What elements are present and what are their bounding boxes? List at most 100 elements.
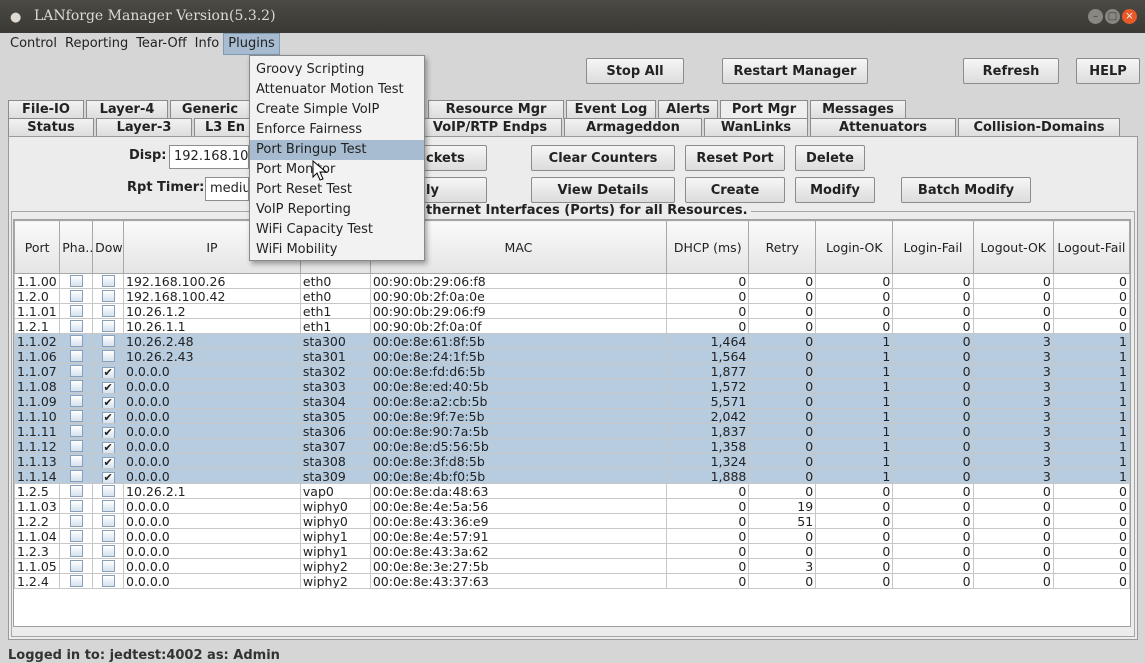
- phantom-checkbox-icon[interactable]: [69, 320, 83, 332]
- restart-manager-button[interactable]: Restart Manager: [722, 58, 868, 84]
- table-row[interactable]: 1.2.0 192.168.100.42 eth0 00:90:0b:2f:0a:0e…: [14, 288, 1130, 304]
- tab-layer-3[interactable]: Layer-3: [96, 118, 192, 137]
- menu-plugins[interactable]: Plugins: [223, 33, 280, 55]
- table-row[interactable]: 1.1.08 ✔ 0.0.0.0 sta303 00:0e:8e:ed:40:5b 1,5…: [14, 378, 1130, 394]
- tab-messages[interactable]: Messages: [810, 100, 906, 119]
- table-row[interactable]: 1.1.09 ✔ 0.0.0.0 sta304 00:0e:8e:a2:cb:5b 5,5…: [14, 393, 1130, 409]
- rpt-timer-select[interactable]: mediu: [205, 177, 249, 201]
- col-phantom[interactable]: Pha...: [59, 220, 94, 274]
- table-row[interactable]: 1.1.11 ✔ 0.0.0.0 sta306 00:0e:8e:90:7a:5b 1,8…: [14, 423, 1130, 439]
- phantom-checkbox-icon[interactable]: [69, 515, 83, 527]
- phantom-checkbox-icon[interactable]: [69, 470, 83, 482]
- phantom-checkbox-icon[interactable]: [69, 380, 83, 392]
- table-row[interactable]: 1.2.1 10.26.1.1 eth1 00:90:0b:2f:0a:0f 0 0 0 0 0…: [14, 318, 1130, 334]
- phantom-checkbox-icon[interactable]: [69, 395, 83, 407]
- phantom-checkbox-icon[interactable]: [69, 455, 83, 467]
- menu-info[interactable]: Info: [191, 33, 224, 55]
- phantom-checkbox-icon[interactable]: [69, 500, 83, 512]
- table-row[interactable]: 1.1.03 0.0.0.0 wiphy0 00:0e:8e:4e:5a:56 0 19 0…: [14, 498, 1130, 514]
- phantom-checkbox-icon[interactable]: [69, 440, 83, 452]
- tab-port-mgr[interactable]: Port Mgr: [720, 100, 808, 119]
- phantom-checkbox-icon[interactable]: [69, 485, 83, 497]
- reset-port-button[interactable]: Reset Port: [685, 145, 785, 171]
- menu-tear-off[interactable]: Tear-Off: [132, 33, 190, 55]
- refresh-button[interactable]: Refresh: [963, 58, 1059, 84]
- down-checkbox-icon[interactable]: [101, 290, 115, 302]
- col-login-fail[interactable]: Login-Fail: [892, 220, 974, 274]
- down-checkbox-icon[interactable]: [101, 320, 115, 332]
- menu-item-enforce-fairness[interactable]: Enforce Fairness: [250, 120, 424, 140]
- phantom-checkbox-icon[interactable]: [69, 425, 83, 437]
- table-row[interactable]: 1.2.5 10.26.2.1 vap0 00:0e:8e:da:48:63 0 0 0 0 0…: [14, 483, 1130, 499]
- col-login-ok[interactable]: Login-OK: [815, 220, 894, 274]
- down-checkbox-icon[interactable]: [101, 560, 115, 572]
- tab-alerts[interactable]: Alerts: [658, 100, 718, 119]
- menu-item-wifi-capacity-test[interactable]: WiFi Capacity Test: [250, 220, 424, 240]
- modify-button[interactable]: Modify: [795, 177, 875, 203]
- down-checkbox-icon[interactable]: [101, 530, 115, 542]
- col-dhcp[interactable]: DHCP (ms): [666, 220, 750, 274]
- menu-control[interactable]: Control: [6, 33, 61, 55]
- down-checkbox-icon[interactable]: [101, 350, 115, 362]
- down-checkbox-icon[interactable]: [101, 500, 115, 512]
- menu-item-port-monitor[interactable]: Port Monitor: [250, 160, 424, 180]
- tab-layer-4[interactable]: Layer-4: [86, 100, 168, 119]
- tab-event-log[interactable]: Event Log: [566, 100, 656, 119]
- tab-l3-endps[interactable]: L3 En: [194, 118, 256, 137]
- table-row[interactable]: 1.1.05 0.0.0.0 wiphy2 00:0e:8e:3e:27:5b 0 3 0 0…: [14, 558, 1130, 574]
- down-checkbox-icon[interactable]: ✔: [101, 427, 115, 438]
- down-checkbox-icon[interactable]: ✔: [101, 472, 115, 483]
- tab-attenuators[interactable]: Attenuators: [810, 118, 956, 137]
- table-row[interactable]: 1.1.00 192.168.100.26 eth0 00:90:0b:29:06:f…: [14, 273, 1130, 289]
- table-row[interactable]: 1.1.12 ✔ 0.0.0.0 sta307 00:0e:8e:d5:56:5b 1,3…: [14, 438, 1130, 454]
- table-row[interactable]: 1.1.13 ✔ 0.0.0.0 sta308 00:0e:8e:3f:d8:5b 1,3…: [14, 453, 1130, 469]
- view-details-button[interactable]: View Details: [531, 177, 675, 203]
- tab-wanlinks[interactable]: WanLinks: [704, 118, 808, 137]
- menu-item-groovy-scripting[interactable]: Groovy Scripting: [250, 60, 424, 80]
- close-icon[interactable]: ×: [1122, 9, 1137, 24]
- delete-button[interactable]: Delete: [795, 145, 865, 171]
- col-logout-ok[interactable]: Logout-OK: [972, 220, 1054, 274]
- col-retry[interactable]: Retry: [748, 220, 817, 274]
- down-checkbox-icon[interactable]: [101, 545, 115, 557]
- disp-field[interactable]: 192.168.10: [169, 145, 249, 169]
- table-row[interactable]: 1.1.07 ✔ 0.0.0.0 sta302 00:0e:8e:fd:d6:5b 1,8…: [14, 363, 1130, 379]
- col-port[interactable]: Port: [14, 220, 61, 274]
- col-down[interactable]: Down: [92, 220, 124, 274]
- menu-item-wifi-mobility[interactable]: WiFi Mobility: [250, 240, 424, 260]
- tab-armageddon[interactable]: Armageddon: [564, 118, 702, 137]
- phantom-checkbox-icon[interactable]: [69, 545, 83, 557]
- tab-status[interactable]: Status: [8, 118, 94, 137]
- tab-file-io[interactable]: File-IO: [8, 100, 84, 119]
- phantom-checkbox-icon[interactable]: [69, 290, 83, 302]
- create-button[interactable]: Create: [685, 177, 785, 203]
- down-checkbox-icon[interactable]: ✔: [101, 367, 115, 378]
- table-row[interactable]: 1.1.10 ✔ 0.0.0.0 sta305 00:0e:8e:9f:7e:5b 2,0…: [14, 408, 1130, 424]
- down-checkbox-icon[interactable]: ✔: [101, 397, 115, 408]
- phantom-checkbox-icon[interactable]: [69, 335, 83, 347]
- table-row[interactable]: 1.1.04 0.0.0.0 wiphy1 00:0e:8e:4e:57:91 0 0 0 0…: [14, 528, 1130, 544]
- phantom-checkbox-icon[interactable]: [69, 365, 83, 377]
- tab-voip-rtp-endps[interactable]: VoIP/RTP Endps: [418, 118, 562, 137]
- down-checkbox-icon[interactable]: [101, 485, 115, 497]
- window-menu-icon[interactable]: ●: [10, 10, 21, 25]
- clear-counters-button[interactable]: Clear Counters: [531, 145, 675, 171]
- phantom-checkbox-icon[interactable]: [69, 305, 83, 317]
- phantom-checkbox-icon[interactable]: [69, 275, 83, 287]
- menu-item-port-reset-test[interactable]: Port Reset Test: [250, 180, 424, 200]
- phantom-checkbox-icon[interactable]: [69, 410, 83, 422]
- phantom-checkbox-icon[interactable]: [69, 350, 83, 362]
- down-checkbox-icon[interactable]: ✔: [101, 457, 115, 468]
- menu-item-attenuator-motion-test[interactable]: Attenuator Motion Test: [250, 80, 424, 100]
- table-row[interactable]: 1.1.14 ✔ 0.0.0.0 sta309 00:0e:8e:4b:f0:5b 1,8…: [14, 468, 1130, 484]
- phantom-checkbox-icon[interactable]: [69, 575, 83, 587]
- down-checkbox-icon[interactable]: [101, 275, 115, 287]
- down-checkbox-icon[interactable]: [101, 335, 115, 347]
- maximize-icon[interactable]: □: [1105, 9, 1120, 24]
- down-checkbox-icon[interactable]: [101, 575, 115, 587]
- tab-collision-domains[interactable]: Collision-Domains: [958, 118, 1120, 137]
- batch-modify-button[interactable]: Batch Modify: [901, 177, 1031, 203]
- down-checkbox-icon[interactable]: [101, 515, 115, 527]
- table-row[interactable]: 1.1.06 10.26.2.43 sta301 00:0e:8e:24:1f:5b 1…: [14, 348, 1130, 364]
- phantom-checkbox-icon[interactable]: [69, 530, 83, 542]
